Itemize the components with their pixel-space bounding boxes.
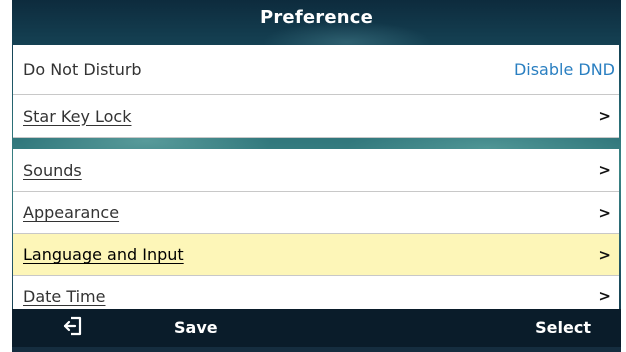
select-softkey[interactable]: Select xyxy=(535,309,591,347)
chevron-right-icon: > xyxy=(598,287,611,305)
menu-item-label: Appearance xyxy=(23,203,120,222)
phone-screen: Preference Do Not Disturb Disable DND St… xyxy=(0,0,626,352)
chevron-right-icon: > xyxy=(598,107,611,125)
display-area: Preference Do Not Disturb Disable DND St… xyxy=(12,0,621,352)
screen-frame-right xyxy=(621,0,626,352)
softkey-bar: Save Select xyxy=(12,309,621,352)
menu-item-label: Date Time xyxy=(23,286,106,306)
chevron-right-icon: > xyxy=(598,245,611,264)
menu-item-language-and-input[interactable]: Language and Input > xyxy=(13,234,619,276)
back-softkey[interactable] xyxy=(12,309,133,350)
chevron-right-icon: > xyxy=(598,161,611,179)
menu-item-appearance[interactable]: Appearance > xyxy=(13,192,619,234)
save-softkey[interactable]: Save xyxy=(174,309,218,347)
menu-item-star-key-lock[interactable]: Star Key Lock > xyxy=(13,95,619,138)
menu-item-label: Star Key Lock xyxy=(23,106,132,126)
menu-item-label: Language and Input xyxy=(23,245,184,264)
menu-item-label: Sounds xyxy=(23,160,82,180)
screen-frame-left xyxy=(0,0,12,352)
bottom-divider xyxy=(12,347,621,352)
title-bar: Preference xyxy=(12,0,621,34)
menu-item-do-not-disturb[interactable]: Do Not Disturb Disable DND xyxy=(13,45,619,95)
chevron-right-icon: > xyxy=(598,203,611,222)
menu-item-sounds[interactable]: Sounds > xyxy=(13,149,619,192)
page-title: Preference xyxy=(259,6,374,28)
dnd-status-value[interactable]: Disable DND xyxy=(514,60,615,79)
menu-item-label: Do Not Disturb xyxy=(23,60,142,79)
exit-back-icon xyxy=(62,315,84,341)
